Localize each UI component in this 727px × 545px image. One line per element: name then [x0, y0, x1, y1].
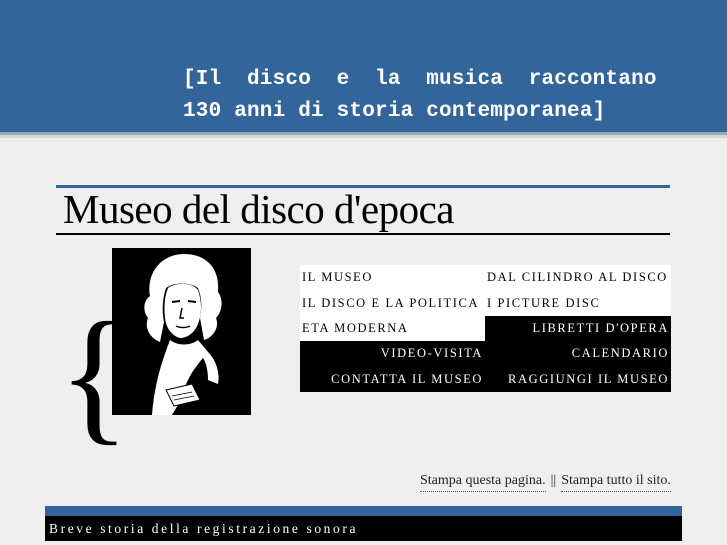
- tagline-line-1: [Il disco e la musica raccontano: [183, 68, 657, 91]
- portrait-image: [112, 248, 251, 415]
- menu-item-il-museo[interactable]: IL MUSEO: [300, 265, 485, 291]
- menu-item-dal-cilindro-al-disco[interactable]: DAL CILINDRO AL DISCO: [485, 265, 671, 291]
- menu-item-eta-moderna[interactable]: ETA MODERNA: [300, 315, 485, 342]
- menu-item-video-visita[interactable]: VIDEO-VISITA: [300, 341, 485, 367]
- print-links: Stampa questa pagina. || Stampa tutto il s…: [420, 473, 671, 492]
- section-heading: Breve storia della registrazione sonora: [49, 521, 359, 536]
- page-title: Museo del disco d'epoca: [63, 186, 454, 232]
- menu-item-calendario[interactable]: CALENDARIO: [485, 341, 671, 367]
- menu-item-raggiungi-il-museo[interactable]: RAGGIUNGI IL MUSEO: [485, 366, 671, 392]
- tagline-line-2: 130 anni di storia contemporanea]: [183, 100, 606, 123]
- print-site-link[interactable]: Stampa tutto il sito.: [561, 473, 671, 492]
- main-menu: IL MUSEO DAL CILINDRO AL DISCO IL DISCO …: [300, 265, 671, 392]
- section-heading-bar: Breve storia della registrazione sonora: [45, 516, 682, 541]
- menu-item-contatta-il-museo[interactable]: CONTATTA IL MUSEO: [300, 366, 485, 392]
- footer-accent-bar: [45, 506, 682, 516]
- print-page-link[interactable]: Stampa questa pagina.: [420, 473, 546, 492]
- print-links-separator: ||: [550, 473, 557, 488]
- header-banner: [Il disco e la musica raccontano 130 ann…: [0, 0, 727, 132]
- banner-tagline: [Il disco e la musica raccontano 130 ann…: [183, 64, 657, 128]
- bach-silhouette-icon: [112, 248, 251, 415]
- title-rule-bottom: [56, 233, 670, 235]
- menu-item-il-disco-e-la-politica[interactable]: IL DISCO E LA POLITICA: [300, 290, 485, 316]
- menu-item-libretti-dopera[interactable]: LIBRETTI D'OPERA: [485, 315, 671, 342]
- menu-item-i-picture-disc[interactable]: I PICTURE DISC: [485, 290, 671, 316]
